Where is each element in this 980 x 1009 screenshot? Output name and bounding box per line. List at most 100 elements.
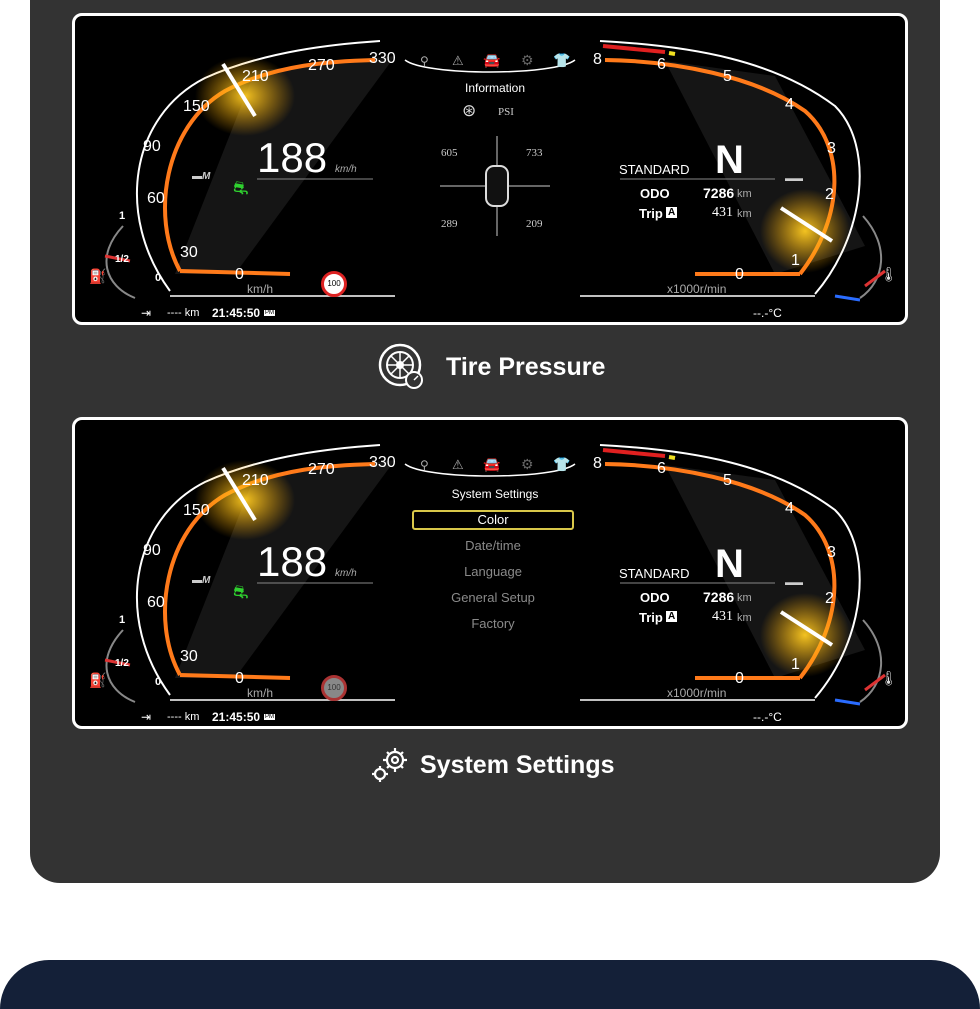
speed-tick-label: 150 <box>183 502 210 519</box>
tire-icon <box>378 343 423 389</box>
rpm-tick-label: 4 <box>785 500 794 517</box>
rpm-tick-label: 4 <box>785 96 794 113</box>
fuel-tick-label: 1 <box>119 210 126 222</box>
footer-wave <box>0 960 980 1009</box>
rpm-tick-label: 2 <box>825 186 834 203</box>
fuel-tick-label: 0 <box>155 676 162 688</box>
odo-value: 7286 <box>703 185 735 201</box>
speed-tick-label: 30 <box>180 648 198 665</box>
gear-indicator: N <box>715 138 744 182</box>
speed-tick-label: 210 <box>242 68 269 85</box>
car-icon[interactable]: 🚘 <box>483 456 500 473</box>
exit-icon: ⇥ <box>141 710 152 724</box>
exit-icon: ⇥ <box>141 306 152 320</box>
caption-text: Tire Pressure <box>446 352 606 381</box>
trip-value: 431 <box>712 205 733 220</box>
traction-control-icon: ⛐ <box>233 582 249 602</box>
caption-text: System Settings <box>420 750 615 779</box>
rpm-tick-label: 2 <box>825 590 834 607</box>
pressure-unit: PSI <box>498 106 514 118</box>
location-icon[interactable]: ⚲ <box>420 458 429 472</box>
rpm-tick-label: 6 <box>657 56 666 73</box>
gear-icon[interactable]: ⚙ <box>521 52 534 69</box>
caption-system-settings: System Settings <box>370 746 615 784</box>
drive-mode: STANDARD <box>619 162 690 177</box>
speed-tick-label: 60 <box>147 190 165 207</box>
speed-unit: km/h <box>335 164 357 175</box>
drive-mode: STANDARD <box>619 566 690 581</box>
caption-tire-pressure: Tire Pressure <box>378 343 605 391</box>
dashboard-screen-info: 0 30 60 90 150 210 270 330 0 1/2 1 ⛽ 188… <box>72 13 908 325</box>
shirt-icon[interactable]: 👕 <box>553 456 570 473</box>
shirt-icon[interactable]: 👕 <box>553 52 570 69</box>
trip-badge: A <box>666 611 678 622</box>
speed-tick-label: 210 <box>242 472 269 489</box>
fuel-icon: ⛽ <box>89 268 107 284</box>
speed-label: km/h <box>247 282 274 296</box>
trip-unit: km <box>737 612 752 624</box>
clock-suffix: PM <box>264 714 275 720</box>
rpm-tick-label: 1 <box>791 656 800 673</box>
menu-item-datetime[interactable]: Date/time <box>413 538 573 553</box>
range-text: ---- km <box>167 711 200 723</box>
car-topview <box>485 165 509 207</box>
menu-item-general-setup[interactable]: General Setup <box>413 590 573 605</box>
settings-icon <box>372 748 407 782</box>
speed-value: 188 <box>257 538 328 585</box>
trip-value: 431 <box>712 609 733 624</box>
fuel-tick-label: 0 <box>155 272 162 284</box>
speed-tick-label: 150 <box>183 98 210 115</box>
coolant-temp-icon: 🌡 <box>880 670 898 686</box>
rpm-label: x1000r/min <box>667 686 727 700</box>
trip-label: Trip <box>639 610 663 625</box>
tire-front-right: 733 <box>526 147 543 159</box>
rpm-tick-label: 0 <box>735 670 744 687</box>
menu-item-color[interactable]: Color <box>412 510 574 530</box>
fuel-tick-label: 1/2 <box>115 254 129 265</box>
odo-label: ODO <box>640 186 670 201</box>
rpm-tick-label: 5 <box>723 68 732 85</box>
fuel-icon: ⛽ <box>89 672 107 688</box>
rpm-tick-label: 6 <box>657 460 666 477</box>
speed-tick-label: 30 <box>180 244 198 261</box>
menu-item-language[interactable]: Language <box>413 564 573 579</box>
rpm-tick-label: 0 <box>735 266 744 283</box>
m-stripe-icon: ▬▬ <box>785 577 803 587</box>
location-icon[interactable]: ⚲ <box>420 54 429 68</box>
gear-indicator: N <box>715 542 744 586</box>
gear-icon[interactable]: ⚙ <box>521 456 534 473</box>
speed-tick-label: 90 <box>143 138 161 155</box>
warning-icon[interactable]: ⚠ <box>452 53 464 69</box>
odo-unit: km <box>737 188 752 200</box>
rpm-label: x1000r/min <box>667 282 727 296</box>
rpm-tick-label: 8 <box>593 51 602 68</box>
speed-tick-label: 0 <box>235 266 244 283</box>
m-logo: ▬M <box>192 171 211 182</box>
temperature: --.-°C <box>753 710 782 724</box>
rpm-tick-label: 8 <box>593 455 602 472</box>
clock: 21:45:50 <box>212 710 261 724</box>
temperature: --.-°C <box>753 306 782 320</box>
car-icon[interactable]: 🚘 <box>483 52 500 69</box>
speed-tick-label: 270 <box>308 57 335 74</box>
trip-unit: km <box>737 208 752 220</box>
fuel-tick-label: 1 <box>119 614 126 626</box>
tire-icon: ⊛ <box>462 101 477 120</box>
tire-rear-left: 289 <box>441 218 458 230</box>
menu-item-factory[interactable]: Factory <box>413 616 573 631</box>
fuel-tick-label: 1/2 <box>115 658 129 669</box>
speed-unit: km/h <box>335 568 357 579</box>
warning-icon[interactable]: ⚠ <box>452 457 464 473</box>
m-stripe-icon: ▬▬ <box>785 173 803 183</box>
m-logo: ▬M <box>192 575 211 586</box>
speed-tick-label: 90 <box>143 542 161 559</box>
tire-front-left: 605 <box>441 147 458 159</box>
coolant-temp-icon: 🌡 <box>880 266 898 282</box>
range-text: ---- km <box>167 307 200 319</box>
rpm-tick-label: 3 <box>827 544 836 561</box>
trip-label: Trip <box>639 206 663 221</box>
speed-tick-label: 270 <box>308 461 335 478</box>
speed-tick-label: 0 <box>235 670 244 687</box>
speed-limit-sign: 100 <box>321 271 347 297</box>
traction-control-icon: ⛐ <box>233 178 249 198</box>
